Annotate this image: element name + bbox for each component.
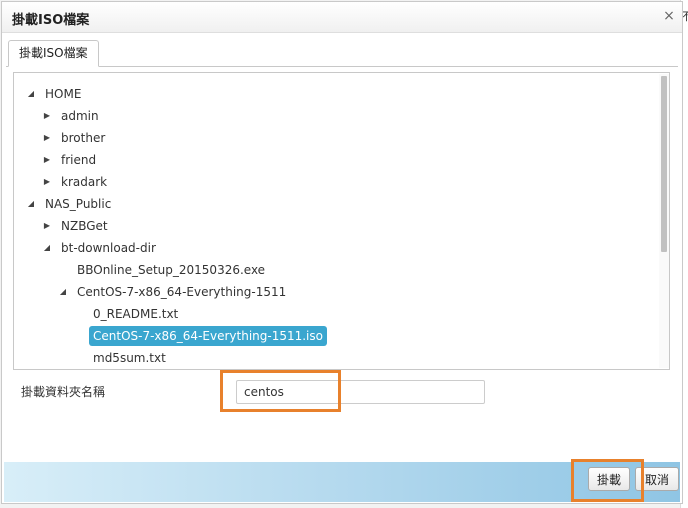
tree-node[interactable]: CentOS-7-x86_64-Everything-1511.iso <box>14 326 654 346</box>
collapse-arrow-icon[interactable]: ◢ <box>26 194 36 214</box>
tree-node-label[interactable]: bt-download-dir <box>61 238 156 258</box>
tree-node-label-selected[interactable]: CentOS-7-x86_64-Everything-1511.iso <box>89 326 327 346</box>
tree-node[interactable]: ▶ NZBGet <box>14 216 654 236</box>
tree-node[interactable]: BBOnline_Setup_20150326.exe <box>14 260 654 280</box>
tree-node[interactable]: ▶ admin <box>14 106 654 126</box>
collapse-arrow-icon[interactable]: ◢ <box>58 282 68 302</box>
expand-arrow-icon[interactable]: ▶ <box>42 150 52 170</box>
cancel-button[interactable]: 取消 <box>635 467 679 491</box>
tree-node-label[interactable]: md5sum.txt <box>93 348 166 368</box>
tree-node[interactable]: ▶ kradark <box>14 172 654 192</box>
tree-node-label[interactable]: brother <box>61 128 105 148</box>
tree-node-label[interactable]: friend <box>61 150 96 170</box>
expand-arrow-icon[interactable]: ▶ <box>42 106 52 126</box>
tree-node-label[interactable]: NAS_Public <box>45 194 111 214</box>
tree-node[interactable]: ◢ HOME <box>14 84 654 104</box>
tree-node-label[interactable]: kradark <box>61 172 107 192</box>
collapse-arrow-icon[interactable]: ◢ <box>26 84 36 104</box>
tree-node-label[interactable]: NZBGet <box>61 216 108 236</box>
tree-node[interactable]: ▶ friend <box>14 150 654 170</box>
tree-node-label[interactable]: HOME <box>45 84 81 104</box>
mount-folder-name-label: 掛載資料夾名稱 <box>21 385 106 399</box>
tree-node-label[interactable]: BBOnline_Setup_20150326.exe <box>77 260 265 280</box>
tree-node[interactable]: ▶ brother <box>14 128 654 148</box>
tab-bar: 掛載ISO檔案 <box>6 38 678 67</box>
folder-tree[interactable]: ◢ HOME ▶ admin ▶ brother ▶ friend ▶ kradark ◢ NAS_P… <box>13 72 670 370</box>
dialog-title: 掛載ISO檔案 <box>12 13 90 28</box>
tree-node[interactable]: ◢ NAS_Public <box>14 194 654 214</box>
dialog-footer <box>4 462 680 502</box>
mount-button[interactable]: 掛載 <box>588 467 630 491</box>
expand-arrow-icon[interactable]: ▶ <box>42 172 52 192</box>
tree-node[interactable]: ◢ CentOS-7-x86_64-Everything-1511 <box>14 282 654 302</box>
tree-scrollbar[interactable] <box>659 74 669 368</box>
collapse-arrow-icon[interactable]: ◢ <box>42 238 52 258</box>
tree-node-label[interactable]: admin <box>61 106 99 126</box>
close-icon[interactable]: × <box>660 7 678 25</box>
tree-node-label[interactable]: 0_README.txt <box>93 304 178 324</box>
tab-mount-iso[interactable]: 掛載ISO檔案 <box>8 40 99 67</box>
tree-scrollbar-thumb[interactable] <box>661 76 667 252</box>
mount-folder-name-input[interactable] <box>236 380 485 404</box>
tree-node[interactable]: md5sum.txt <box>14 348 654 368</box>
expand-arrow-icon[interactable]: ▶ <box>42 128 52 148</box>
tree-node[interactable]: ◢ bt-download-dir <box>14 238 654 258</box>
dialog-titlebar: 掛載ISO檔案 × <box>2 2 682 33</box>
tree-node[interactable]: 0_README.txt <box>14 304 654 324</box>
tree-node-label[interactable]: CentOS-7-x86_64-Everything-1511 <box>77 282 286 302</box>
expand-arrow-icon[interactable]: ▶ <box>42 216 52 236</box>
